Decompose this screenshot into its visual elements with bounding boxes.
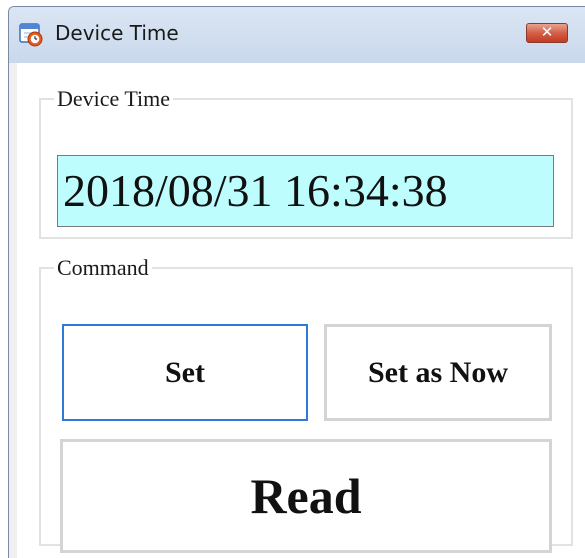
clock-calendar-icon xyxy=(18,21,44,47)
device-time-group: Device Time 2018/08/31 16:34:38 xyxy=(39,87,573,239)
device-time-display: 2018/08/31 16:34:38 xyxy=(57,155,554,227)
window-title: Device Time xyxy=(55,21,179,45)
command-group-legend: Command xyxy=(57,255,149,280)
read-button[interactable]: Read xyxy=(60,439,552,553)
device-time-window: Device Time ✕ Device Time 2018/08/31 16:… xyxy=(8,6,585,558)
set-as-now-button[interactable]: Set as Now xyxy=(324,324,552,421)
close-button[interactable]: ✕ xyxy=(526,23,568,43)
set-button[interactable]: Set xyxy=(62,324,308,421)
title-bar[interactable]: Device Time ✕ xyxy=(9,7,585,63)
device-time-group-legend: Device Time xyxy=(57,86,171,111)
window-client-area: Device Time 2018/08/31 16:34:38 Command … xyxy=(17,63,585,558)
command-group: Command Set Set as Now Read xyxy=(39,255,573,553)
close-icon: ✕ xyxy=(540,23,554,41)
